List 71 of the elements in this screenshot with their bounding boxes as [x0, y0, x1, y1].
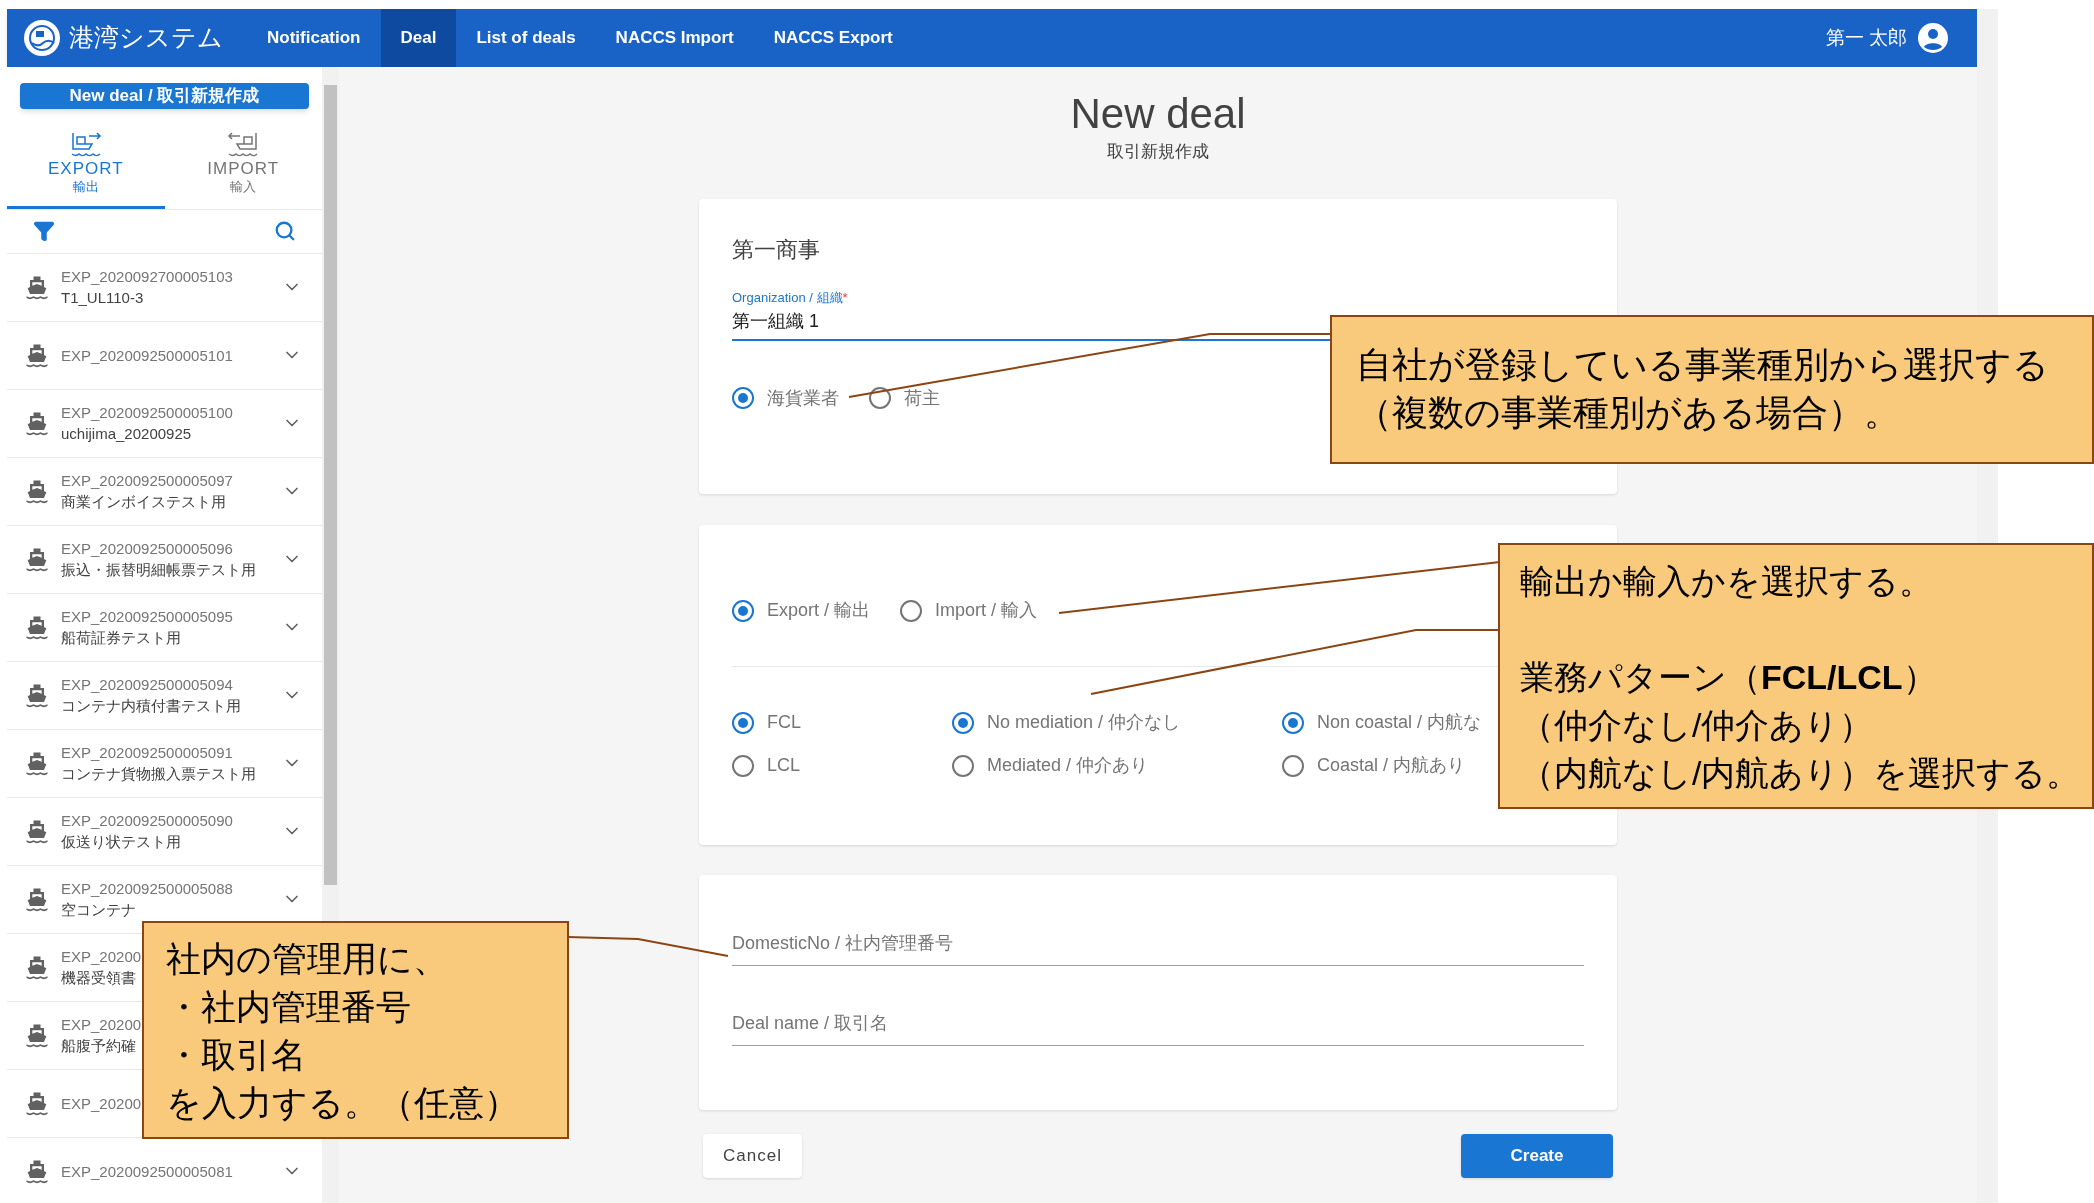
deal-name: 空コンテナ — [61, 900, 137, 920]
new-deal-button[interactable]: New deal / 取引新規作成 — [20, 83, 309, 109]
nav-tab[interactable]: NACCS Export — [753, 9, 913, 67]
radio-button[interactable] — [732, 754, 754, 777]
company-name: 第一商事 — [732, 236, 821, 264]
deal-name: コンテナ内積付書テスト用 — [61, 696, 241, 716]
deal-id: EXP_2020092500005100 — [61, 403, 233, 423]
create-button[interactable]: Create — [1461, 1134, 1613, 1178]
deal-name: 商業インボイステスト用 — [61, 492, 227, 512]
user-avatar-icon[interactable] — [1917, 22, 1949, 54]
radio-button[interactable] — [1282, 711, 1304, 734]
deal-name: T1_UL110-3 — [61, 288, 145, 308]
radio-button[interactable] — [1282, 754, 1304, 777]
radio-label: Export / 輸出 — [767, 599, 871, 622]
deal-name: 機器受領書 — [61, 968, 137, 988]
deal-id: EXP_2020092500005088 — [61, 879, 233, 899]
deal-name: 仮送り状テスト用 — [61, 832, 182, 852]
page-title: New deal — [1070, 89, 1246, 139]
deal-id: EXP_20200 — [61, 947, 142, 967]
radio-label: Coastal / 内航あり — [1317, 754, 1466, 777]
radio-button[interactable] — [869, 387, 891, 409]
deal-id: EXP_2020092500005091 — [61, 743, 234, 763]
radio-button[interactable] — [900, 599, 923, 622]
radio-button[interactable] — [732, 711, 754, 734]
radio-label: FCL — [767, 711, 801, 734]
deal-name: 船荷証券テスト用 — [61, 628, 182, 648]
deal-name: 振込・振替明細帳票テスト用 — [61, 560, 256, 580]
radio-button[interactable] — [732, 387, 754, 409]
deal-id: EXP_2020092500005096 — [61, 539, 234, 559]
annotation-tooltip: 社内の管理用に、 ・社内管理番号 ・取引名 を入力する。（任意） — [142, 921, 569, 1139]
direction-tab[interactable]: IMPORT 輸入 — [164, 118, 322, 209]
radio-label: Non coastal / 内航な — [1317, 711, 1482, 734]
deal-name: uchijima_20200925 — [61, 424, 193, 444]
ship-arrow-icon — [226, 129, 261, 159]
filter-icon[interactable] — [33, 220, 55, 242]
deal-id: EXP_20200 — [61, 1015, 142, 1035]
deal-id: EXP_2020092700005103 — [61, 267, 233, 287]
deal-id: EXP_20200 — [61, 1093, 142, 1114]
radio-label: 荷主 — [904, 386, 940, 410]
deal-id: EXP_2020092500005101 — [61, 345, 233, 366]
app-name: 港湾システム — [69, 22, 223, 54]
deal-id: EXP_2020092500005081 — [61, 1161, 233, 1182]
search-icon[interactable] — [274, 220, 296, 242]
radio-label: 海貨業者 — [767, 386, 839, 410]
deal-id: EXP_2020092500005097 — [61, 471, 233, 491]
radio-button[interactable] — [732, 599, 754, 622]
organization-field[interactable]: Organization / 組織* 第一組織 1 — [732, 288, 1332, 341]
nav-tab[interactable]: Notification — [247, 9, 381, 67]
deal-id: EXP_2020092500005090 — [61, 811, 233, 831]
logo-icon — [23, 19, 61, 57]
deal-name: コンテナ貨物搬入票テスト用 — [61, 764, 256, 784]
radio-label: No mediation / 仲介なし — [987, 711, 1181, 734]
page-subtitle: 取引新規作成 — [1107, 141, 1209, 163]
annotation-tooltip: 自社が登録している事業種別から選択する （複数の事業種別がある場合）。 — [1330, 315, 2094, 464]
radio-label: Import / 輸入 — [935, 599, 1038, 622]
radio-label: LCL — [767, 754, 801, 777]
deal-id: EXP_2020092500005095 — [61, 607, 233, 627]
cancel-button[interactable]: Cancel — [703, 1134, 802, 1178]
direction-tab[interactable]: EXPORT 輸出 — [7, 118, 165, 209]
nav-tab[interactable]: List of deals — [456, 9, 596, 67]
text-field[interactable]: Deal name / 取引名 — [732, 1010, 1584, 1046]
radio-label: Mediated / 仲介あり — [987, 754, 1149, 777]
nav-tab[interactable]: Deal — [380, 9, 457, 67]
user-name: 第一 太郎 — [1825, 25, 1907, 50]
radio-button[interactable] — [952, 711, 974, 734]
text-field[interactable]: DomesticNo / 社内管理番号 — [732, 930, 1584, 966]
annotation-tooltip: 輸出か輸入かを選択する。 業務パターン（FCL/LCL） （仲介なし/仲介あり） （内航なし/内航あり）を選択する。 — [1498, 543, 2094, 809]
nav-tab[interactable]: NACCS Import — [595, 9, 754, 67]
radio-button[interactable] — [952, 754, 974, 777]
deal-id: EXP_2020092500005094 — [61, 675, 234, 695]
deal-name: 船腹予約確 — [61, 1036, 137, 1056]
